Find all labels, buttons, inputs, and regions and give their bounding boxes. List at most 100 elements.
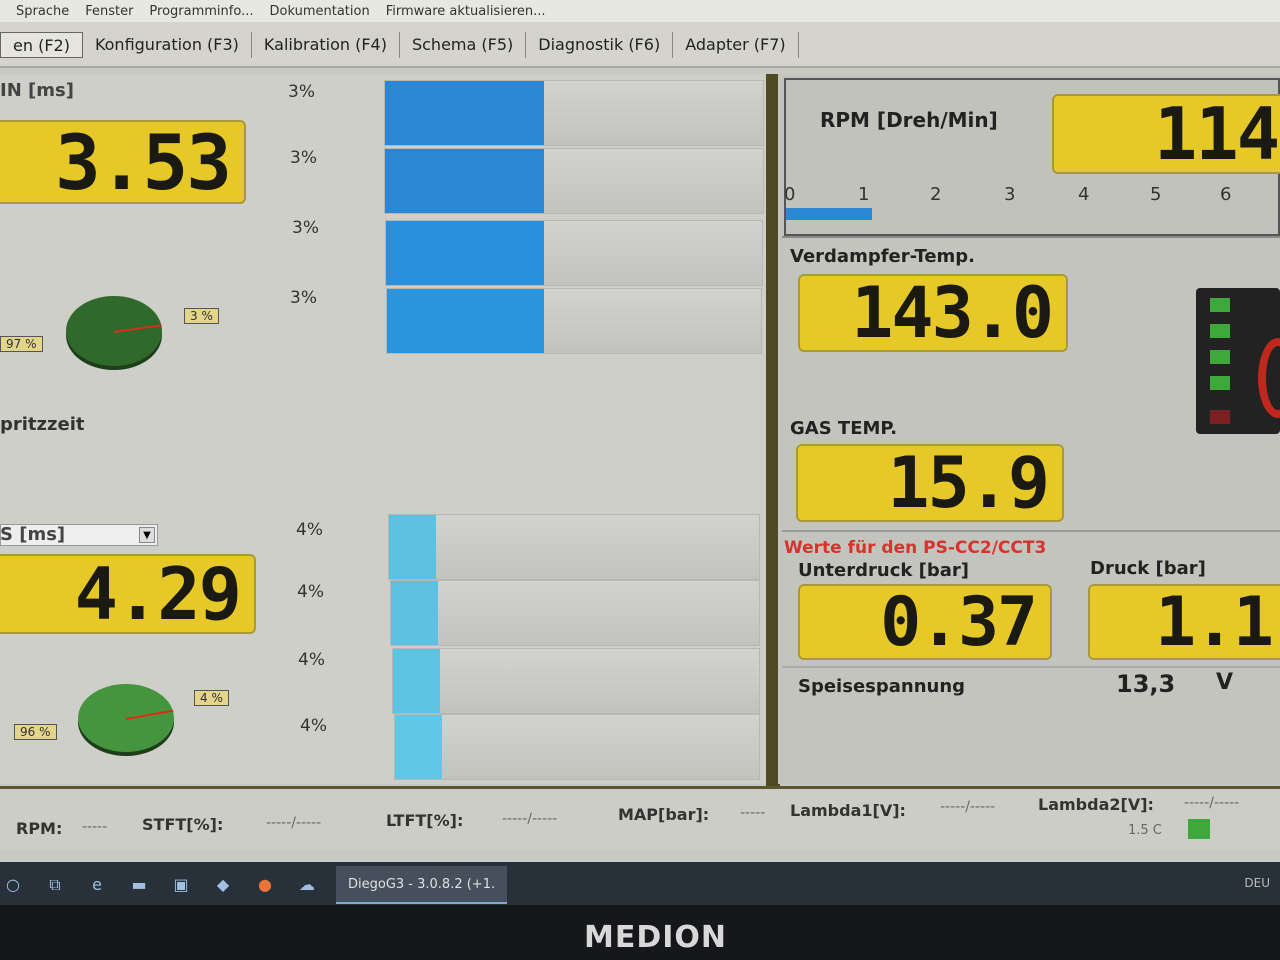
- led-3: [1210, 350, 1230, 364]
- rpm-tick-6: 6: [1220, 184, 1232, 205]
- status-lambda1-label: Lambda1[V]:: [790, 801, 906, 820]
- status-lambda2-value: -----/-----: [1184, 795, 1240, 811]
- menu-bar: Sprache Fenster Programminfo... Dokument…: [0, 0, 1280, 22]
- switch-icon[interactable]: [1258, 338, 1280, 418]
- druck-divider: [782, 666, 1280, 668]
- status-stft-label: STFT[%]:: [142, 815, 224, 834]
- edge-icon[interactable]: e: [86, 874, 108, 896]
- speisespannung-value: 13,3: [1116, 670, 1176, 698]
- firefox-icon[interactable]: ●: [254, 874, 276, 896]
- pie2-left-tag: 96 %: [14, 724, 57, 740]
- bottom-injection-display: 4.29: [0, 554, 256, 634]
- top-bar-2: [384, 148, 764, 214]
- gas-divider: [782, 530, 1280, 532]
- brand-logo: MEDION: [584, 920, 728, 955]
- chevron-down-icon[interactable]: ▼: [139, 527, 155, 543]
- pie1-wedge: [113, 324, 162, 333]
- bottom-bar-1: [388, 514, 760, 580]
- status-rpm-label: RPM:: [16, 819, 63, 838]
- status-map-label: MAP[bar]:: [618, 805, 710, 824]
- top-bar-1: [384, 80, 764, 146]
- top-bar-fill-2: [385, 149, 544, 213]
- rpm-bar-fill: [786, 208, 872, 220]
- led-2: [1210, 324, 1230, 338]
- top-injection-label: IN [ms]: [0, 80, 74, 101]
- tray-language[interactable]: DEU: [1244, 876, 1270, 890]
- tab-kalibration[interactable]: Kalibration (F4): [252, 32, 400, 58]
- sensor-note: Werte für den PS-CC2/CCT3: [784, 538, 1047, 558]
- taskbar-diegog3[interactable]: DiegoG3 - 3.0.8.2 (+1.: [336, 866, 508, 904]
- status-ltft-value: -----/-----: [502, 811, 558, 827]
- bottom-bar-2: [390, 580, 760, 646]
- rpm-display: 114: [1052, 94, 1280, 174]
- rpm-tick-4: 4: [1078, 184, 1090, 205]
- menu-dokumentation[interactable]: Dokumentation: [270, 4, 370, 19]
- bottom-bar-fill-2: [391, 581, 439, 645]
- taskbar: ○ ⧉ e ▬ ▣ ◆ ● ☁ DiegoG3 - 3.0.8.2 (+1. D…: [0, 862, 1280, 905]
- bottom-injection-label: S [ms]: [0, 524, 66, 545]
- top-pct-3: 3%: [292, 218, 319, 238]
- druck-label: Druck [bar]: [1090, 558, 1206, 579]
- status-ltft-label: LTFT[%]:: [386, 811, 464, 830]
- status-temp: 1.5 C: [1128, 823, 1162, 838]
- store-icon[interactable]: ▣: [170, 874, 192, 896]
- tab-konfiguration[interactable]: Konfiguration (F3): [83, 32, 252, 58]
- unterdruck-display: 0.37: [798, 584, 1052, 660]
- tab-f2[interactable]: en (F2): [0, 32, 83, 58]
- pie-chart-2: [78, 684, 174, 752]
- led-4: [1210, 376, 1230, 390]
- status-led-panel: [1196, 288, 1280, 434]
- pie1-right-tag: 3 %: [184, 308, 219, 324]
- injection-panel: IN [ms] 3.53 3% 3% 3% 3% 97 % 3 % pritzz…: [0, 74, 770, 784]
- tab-schema[interactable]: Schema (F5): [400, 32, 527, 58]
- top-bar-4: [386, 288, 762, 354]
- speisespannung-unit: V: [1216, 670, 1234, 695]
- bottom-pct-4: 4%: [300, 716, 327, 736]
- top-bar-fill-1: [385, 81, 544, 145]
- rpm-tick-2: 2: [930, 184, 942, 205]
- bottom-bar-3: [392, 648, 760, 714]
- menu-programminfo[interactable]: Programminfo...: [149, 4, 253, 19]
- bottom-pct-3: 4%: [298, 650, 325, 670]
- rpm-tick-3: 3: [1004, 184, 1016, 205]
- app-icon[interactable]: ◆: [212, 874, 234, 896]
- top-injection-display: 3.53: [0, 120, 246, 204]
- status-lambda2-label: Lambda2[V]:: [1038, 795, 1154, 814]
- top-pct-2: 3%: [290, 148, 317, 168]
- rpm-divider: [782, 236, 1280, 238]
- status-stft-value: -----/-----: [266, 815, 322, 831]
- speisespannung-label: Speisespannung: [798, 676, 966, 697]
- folder-icon[interactable]: ▬: [128, 874, 150, 896]
- pie-chart-1: [66, 296, 162, 366]
- verdampfer-label: Verdampfer-Temp.: [790, 246, 976, 267]
- verdampfer-display: 143.0: [798, 274, 1068, 352]
- top-bar-fill-4: [387, 289, 545, 353]
- search-icon[interactable]: ○: [2, 874, 24, 896]
- status-lambda1-value: -----/-----: [940, 799, 996, 815]
- bottom-bar-fill-3: [393, 649, 440, 713]
- menu-sprache[interactable]: Sprache: [16, 4, 69, 19]
- gas-temp-label: GAS TEMP.: [790, 418, 898, 439]
- druck-display: 1.1: [1088, 584, 1280, 660]
- status-map-value: -----: [740, 805, 766, 821]
- spritzzeit-label: pritzzeit: [0, 414, 85, 435]
- bottom-pct-2: 4%: [297, 582, 324, 602]
- gas-temp-display: 15.9: [796, 444, 1064, 522]
- tab-adapter[interactable]: Adapter (F7): [673, 32, 799, 58]
- task-view-icon[interactable]: ⧉: [44, 874, 66, 896]
- cloud-icon[interactable]: ☁: [296, 874, 318, 896]
- unterdruck-label: Unterdruck [bar]: [798, 560, 969, 581]
- led-5: [1210, 410, 1230, 424]
- bottom-bar-4: [394, 714, 760, 780]
- menu-firmware[interactable]: Firmware aktualisieren...: [386, 4, 546, 19]
- status-rpm-value: -----: [82, 819, 108, 835]
- menu-fenster[interactable]: Fenster: [85, 4, 133, 19]
- top-pct-1: 3%: [288, 82, 315, 102]
- app-screen: Sprache Fenster Programminfo... Dokument…: [0, 0, 1280, 905]
- bottom-bar-fill-1: [389, 515, 437, 579]
- tab-diagnostik[interactable]: Diagnostik (F6): [526, 32, 674, 58]
- status-led: [1188, 819, 1210, 839]
- led-1: [1210, 298, 1230, 312]
- rpm-tick-5: 5: [1150, 184, 1162, 205]
- rpm-tick-1: 1: [858, 184, 870, 205]
